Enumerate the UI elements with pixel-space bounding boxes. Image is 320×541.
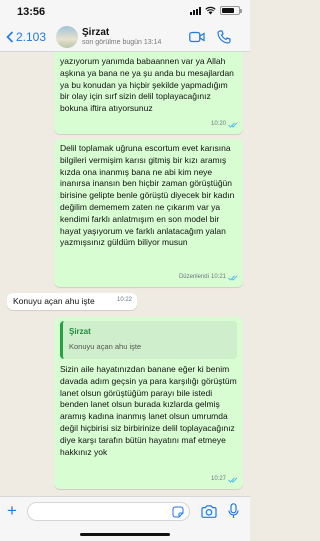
message-time: 10:27: [210, 476, 226, 483]
status-bar: 13:56: [0, 0, 250, 22]
message-time: 10:20: [210, 121, 226, 128]
message-text: Sizin aile hayatınızdan banane eğer ki b…: [60, 364, 237, 457]
message-meta: Düzenlendi 10:21: [179, 272, 238, 284]
sticker-icon[interactable]: [172, 506, 184, 518]
message-text: Delil toplamak uğruna escortum evet karı…: [60, 143, 235, 248]
message-bubble-sent[interactable]: yazıyorum yanımda babaannen var ya Allah…: [54, 52, 243, 134]
edited-label: Düzenlendi: [178, 274, 209, 281]
read-ticks-icon: [228, 122, 238, 128]
last-seen: son görülme bugün 13:14: [82, 39, 162, 46]
wifi-icon: [205, 6, 216, 15]
read-ticks-icon: [228, 275, 238, 281]
plus-icon[interactable]: +: [7, 502, 17, 519]
read-ticks-icon: [228, 477, 238, 483]
message-bubble-sent[interactable]: Delil toplamak uğruna escortum evet karı…: [54, 139, 243, 287]
status-time: 13:56: [17, 6, 46, 18]
message-input[interactable]: [27, 502, 190, 521]
message-text: yazıyorum yanımda babaannen var ya Allah…: [60, 56, 234, 114]
message-time: 10:22: [116, 297, 132, 304]
message-meta: 10:27: [211, 474, 238, 486]
microphone-icon[interactable]: [228, 503, 239, 519]
chat-header: 2.103 Şirzat son görülme bugün 13:14: [0, 22, 250, 52]
message-bubble-sent[interactable]: Şirzat Konuyu açan ahu işte Sizin aile h…: [54, 317, 243, 489]
cellular-signal-icon: [190, 6, 201, 15]
message-time: 10:21: [210, 274, 226, 281]
quoted-message[interactable]: Şirzat Konuyu açan ahu işte: [60, 321, 237, 359]
contact-name[interactable]: Şirzat: [82, 27, 109, 38]
phone-icon[interactable]: [217, 30, 231, 44]
message-text: Konuyu açan ahu işte: [13, 296, 95, 306]
message-bubble-received[interactable]: Konuyu açan ahu işte 10:22: [7, 293, 137, 310]
avatar[interactable]: [56, 26, 78, 48]
chevron-left-icon: [6, 31, 14, 43]
quoted-text: Konuyu açan ahu işte: [69, 341, 142, 351]
unread-count: 2.103: [16, 30, 47, 44]
home-indicator: [80, 533, 170, 536]
quoted-author: Şirzat: [69, 327, 91, 336]
video-call-icon[interactable]: [189, 31, 205, 43]
message-meta: 10:20: [211, 119, 238, 131]
battery-icon: [220, 6, 242, 15]
status-icons: [190, 6, 242, 15]
camera-icon[interactable]: [201, 505, 217, 518]
message-meta: 10:22: [117, 295, 132, 307]
back-button[interactable]: 2.103: [6, 30, 46, 44]
